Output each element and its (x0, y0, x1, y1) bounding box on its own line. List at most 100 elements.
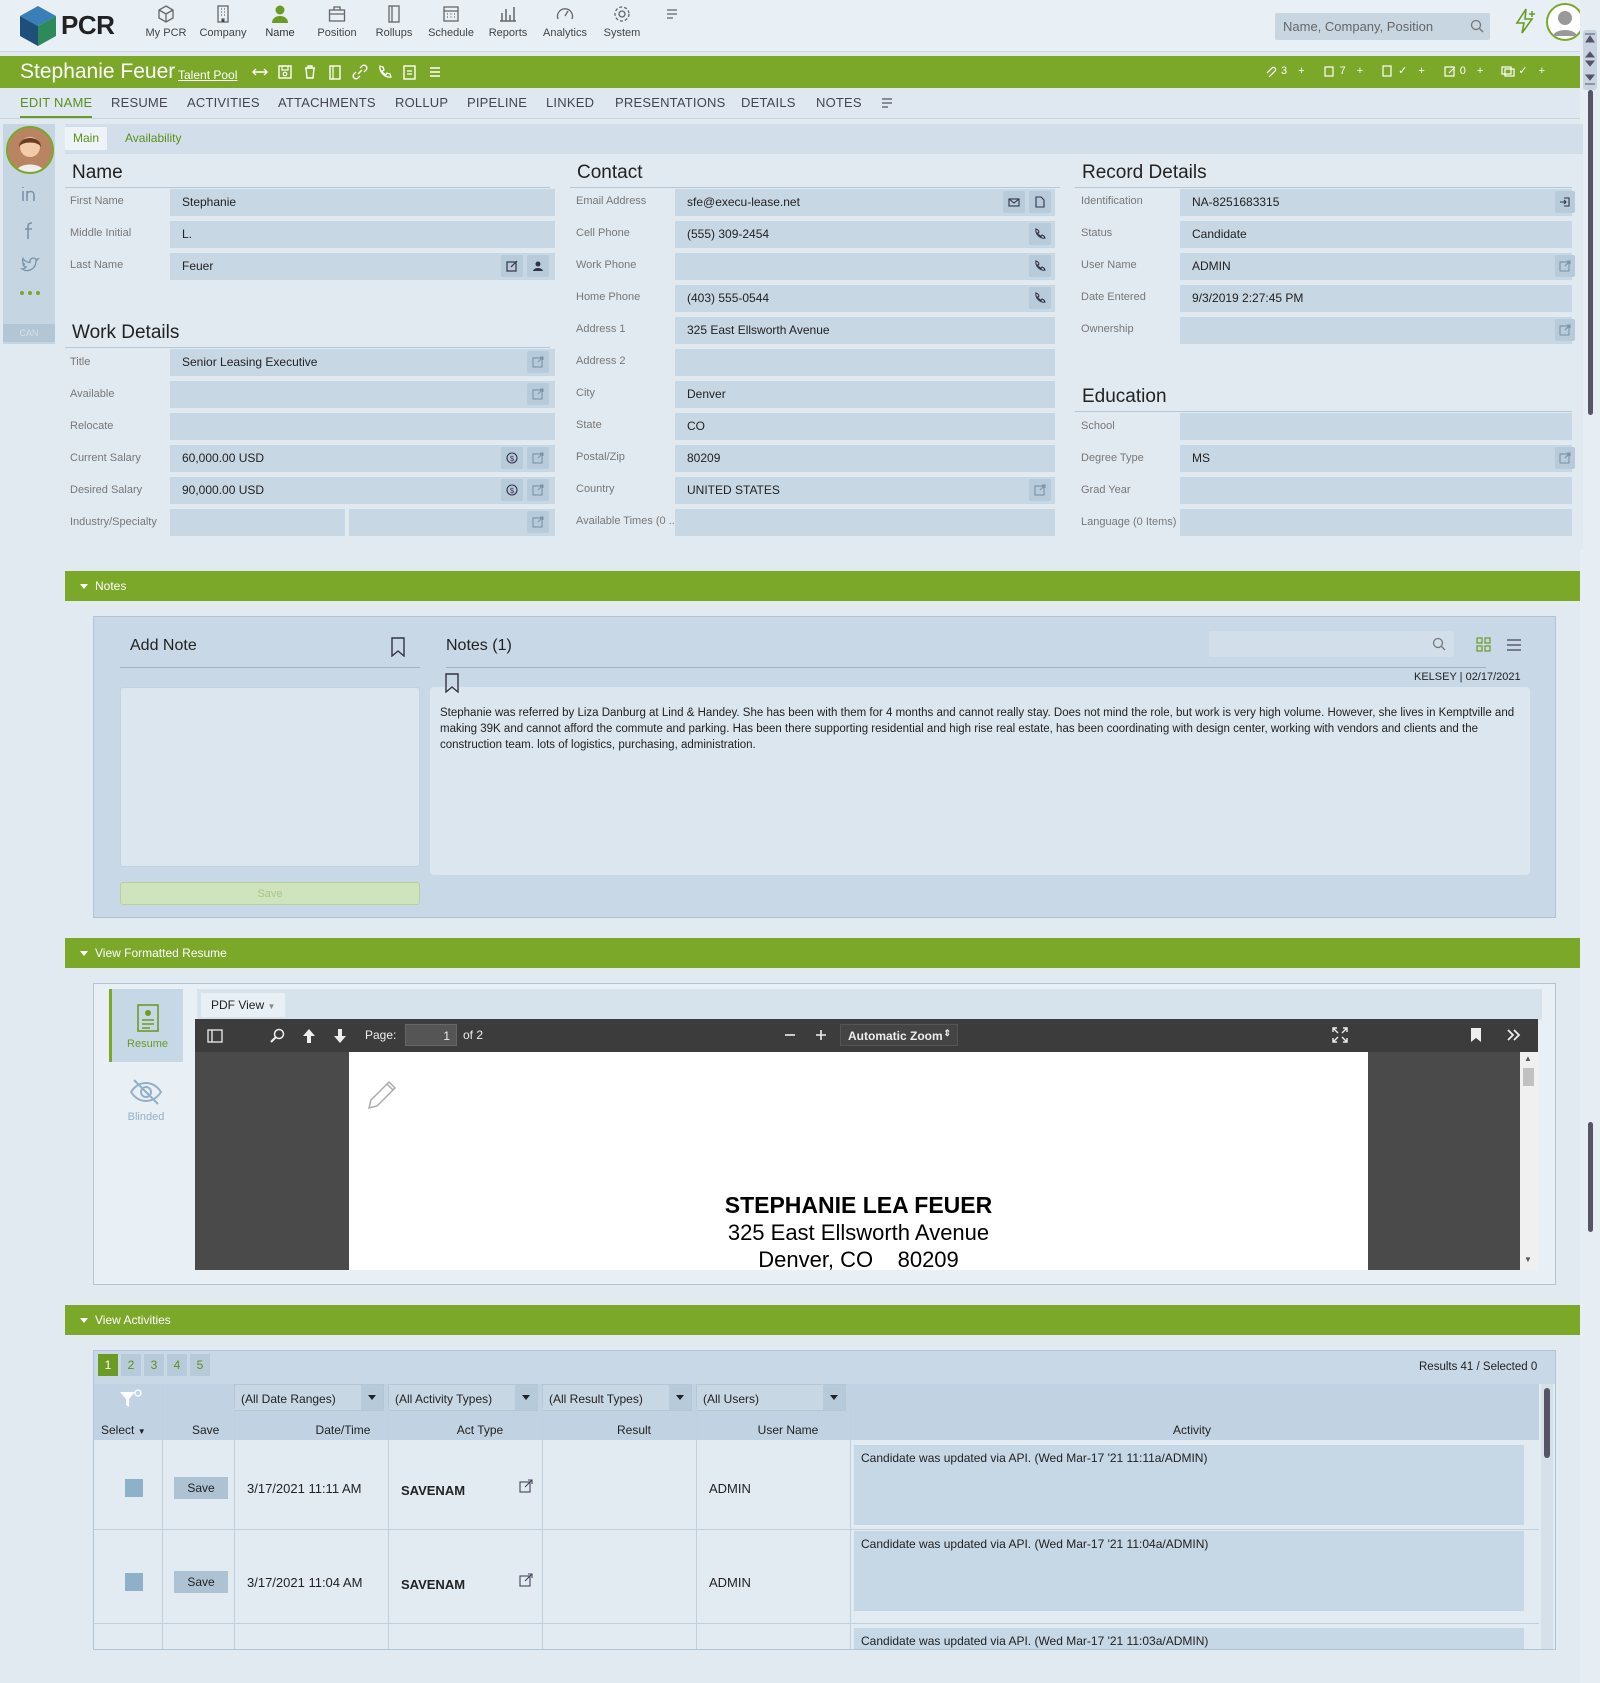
available-lookup-icon[interactable] (527, 383, 549, 405)
home-phone-field[interactable]: (403) 555-0544 (675, 285, 1055, 312)
note-bookmark-icon[interactable] (444, 673, 460, 693)
available-field[interactable] (170, 381, 555, 408)
nav-name[interactable]: Name (251, 4, 309, 48)
contact-card-icon[interactable] (527, 255, 549, 277)
title-lookup-icon[interactable] (527, 351, 549, 373)
salary-lookup-icon[interactable] (527, 479, 549, 501)
zoom-out-icon[interactable] (783, 1028, 797, 1042)
tab-details[interactable]: DETAILS (741, 95, 796, 110)
activity-type-filter[interactable]: (All Activity Types) (388, 1384, 538, 1411)
page-button[interactable]: 2 (121, 1354, 141, 1376)
pdf-scrollbar[interactable]: ▲ ▼ (1520, 1052, 1538, 1270)
zoom-in-icon[interactable] (814, 1028, 828, 1042)
add-icon[interactable]: + (1298, 65, 1304, 77)
user-avatar[interactable] (1546, 3, 1584, 41)
pdf-scroll-thumb[interactable] (1523, 1068, 1534, 1086)
scroll-up-icon[interactable]: ▲ (1524, 1054, 1532, 1063)
tab-pipeline[interactable]: PIPELINE (467, 95, 527, 110)
twitter-icon[interactable] (20, 255, 40, 275)
note-card[interactable]: Stephanie was referred by Liza Danburg a… (430, 673, 1530, 875)
nav-my-pcr[interactable]: My PCR (137, 4, 195, 48)
scroll-controls[interactable] (1583, 30, 1597, 90)
nav-system[interactable]: System (593, 4, 651, 48)
tab-resume[interactable]: RESUME (111, 95, 168, 110)
page-number-input[interactable]: 1 (405, 1024, 457, 1046)
nav-reports[interactable]: Reports (479, 4, 537, 48)
add-icon[interactable]: + (1477, 65, 1483, 77)
new-note-textarea[interactable] (120, 687, 420, 867)
tools-menu-icon[interactable] (1506, 1028, 1522, 1042)
specialty-field[interactable] (349, 509, 555, 536)
user-lookup-icon[interactable] (1555, 255, 1575, 277)
counter-pipelines[interactable]: 7 + (1323, 64, 1363, 77)
page-button[interactable]: 4 (167, 1354, 187, 1376)
grid-view-icon[interactable] (1476, 637, 1492, 653)
state-field[interactable]: CO (675, 413, 1055, 440)
country-lookup-icon[interactable] (1029, 479, 1051, 501)
view-select[interactable]: PDF View ▼ (201, 993, 286, 1017)
available-times-field[interactable] (675, 509, 1055, 536)
school-field[interactable] (1180, 413, 1572, 440)
title-field[interactable]: Senior Leasing Executive (170, 349, 555, 376)
tab-presentations[interactable]: PRESENTATIONS (615, 95, 725, 110)
desired-salary-field[interactable]: 90,000.00 USD (170, 477, 555, 504)
relocate-field[interactable] (170, 413, 555, 440)
address1-field[interactable]: 325 East Ellsworth Avenue (675, 317, 1055, 344)
save-note-button[interactable]: Save (120, 882, 420, 905)
city-field[interactable]: Denver (675, 381, 1055, 408)
email-field[interactable]: sfe@execu-lease.net (675, 189, 1055, 216)
country-field[interactable]: UNITED STATES (675, 477, 1055, 504)
table-scroll-thumb[interactable] (1544, 1388, 1550, 1458)
counter-messages[interactable]: ✓ + (1501, 64, 1545, 77)
currency-icon[interactable]: $ (501, 447, 523, 469)
nav-more-icon[interactable] (664, 6, 680, 22)
phone-icon[interactable] (1029, 255, 1051, 277)
tab-attachments[interactable]: ATTACHMENTS (278, 95, 376, 110)
pencil-icon[interactable] (365, 1078, 399, 1112)
resume-view-button[interactable]: Resume (109, 989, 183, 1062)
current-salary-field[interactable]: 60,000.00 USD (170, 445, 555, 472)
table-scrollbar[interactable] (1541, 1384, 1553, 1649)
degree-type-field[interactable]: MS (1180, 445, 1572, 472)
page-scrollbar[interactable] (1580, 0, 1600, 1683)
menu-icon[interactable] (425, 62, 444, 81)
user-name-field[interactable]: ADMIN (1180, 253, 1572, 280)
degree-lookup-icon[interactable] (1555, 447, 1575, 469)
currency-icon[interactable]: $ (501, 479, 523, 501)
counter-tasks[interactable]: ✓ + (1381, 64, 1425, 77)
table-row[interactable]: Save 3/17/2021 11:11 AM SAVENAM ADMIN Ca… (94, 1441, 1539, 1529)
zoom-select[interactable]: Automatic Zoom ⇕ (840, 1024, 958, 1046)
page-button[interactable]: 1 (98, 1354, 118, 1376)
next-page-icon[interactable] (332, 1027, 348, 1045)
row-checkbox[interactable] (125, 1573, 143, 1591)
talent-pool-link[interactable]: Talent Pool (178, 68, 237, 82)
nav-position[interactable]: Position (308, 4, 366, 48)
more-dots-icon[interactable] (19, 288, 41, 298)
add-icon[interactable]: + (1418, 65, 1424, 77)
nav-schedule[interactable]: Schedule (422, 4, 480, 48)
phone-icon[interactable] (1029, 223, 1051, 245)
prev-page-icon[interactable] (301, 1027, 317, 1045)
facebook-icon[interactable] (20, 220, 40, 240)
tab-notes[interactable]: NOTES (816, 95, 862, 110)
copy-icon[interactable] (325, 62, 344, 81)
notes-section-bar[interactable]: Notes (65, 571, 1580, 601)
tabs-more-icon[interactable] (880, 96, 894, 110)
add-icon[interactable]: + (1357, 65, 1363, 77)
candidate-photo[interactable] (6, 126, 54, 174)
edit-doc-icon[interactable] (400, 62, 419, 81)
global-search-input[interactable]: Name, Company, Position (1275, 13, 1490, 40)
date-range-filter[interactable]: (All Date Ranges) (234, 1384, 384, 1411)
sidebar-toggle-icon[interactable] (207, 1028, 223, 1044)
tab-linked[interactable]: LINKED (546, 95, 594, 110)
linkedin-icon[interactable] (20, 184, 40, 204)
sign-in-icon[interactable] (1555, 191, 1575, 213)
notes-search-input[interactable] (1209, 631, 1454, 657)
date-entered-field[interactable]: 9/3/2019 2:27:45 PM (1180, 285, 1572, 312)
middle-initial-field[interactable]: L. (170, 221, 555, 248)
document-icon[interactable] (1029, 191, 1051, 213)
counter-notes[interactable]: 0 + (1443, 64, 1483, 77)
row-save-button[interactable]: Save (174, 1477, 228, 1499)
open-external-icon[interactable] (519, 1479, 533, 1493)
activities-section-bar[interactable]: View Activities (65, 1305, 1580, 1335)
